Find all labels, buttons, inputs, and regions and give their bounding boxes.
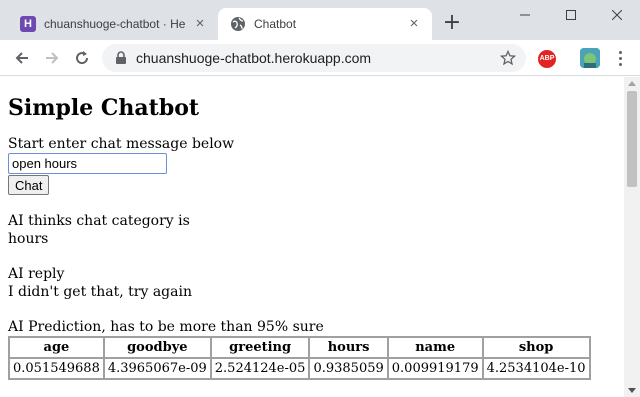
tab-chatbot[interactable]: Chatbot ×: [218, 8, 432, 40]
column-header: name: [387, 337, 483, 358]
address-bar[interactable]: chuanshuoge-chatbot.herokuapp.com: [102, 44, 526, 72]
reload-button[interactable]: [68, 44, 96, 72]
back-button[interactable]: [8, 44, 36, 72]
lock-icon: [116, 51, 126, 64]
tab-title: chuanshuoge-chatbot · Heroku: [44, 17, 186, 31]
bookmark-star-icon[interactable]: [500, 50, 516, 66]
globe-favicon-icon: [230, 16, 246, 32]
maximize-button[interactable]: [548, 0, 594, 30]
arrow-right-icon: [46, 52, 59, 64]
profile-extension-icon[interactable]: [580, 48, 600, 68]
category-value: hours: [8, 231, 49, 247]
close-tab-icon[interactable]: ×: [406, 16, 422, 32]
heroku-favicon-icon: H: [20, 16, 36, 32]
arrow-left-icon: [15, 52, 28, 64]
chat-button[interactable]: Chat: [8, 175, 50, 195]
table-row: 0.051549688 4.3965067e-09 2.524124e-05 0…: [9, 358, 590, 379]
table-header-row: age goodbye greeting hours name shop: [9, 337, 590, 358]
forward-button[interactable]: [38, 44, 66, 72]
adblock-extension-icon[interactable]: ABP: [538, 50, 556, 68]
column-header: shop: [482, 337, 590, 358]
prediction-table: age goodbye greeting hours name shop 0.0…: [8, 336, 591, 380]
browser-menu-button[interactable]: [610, 48, 630, 68]
table-cell: 0.009919179: [387, 358, 483, 379]
menu-dot-icon: [618, 50, 622, 54]
url-text: chuanshuoge-chatbot.herokuapp.com: [136, 50, 372, 66]
table-cell: 2.524124e-05: [210, 358, 310, 379]
new-tab-button[interactable]: +: [440, 12, 464, 36]
table-cell: 4.3965067e-09: [103, 358, 211, 379]
column-header: goodbye: [103, 337, 211, 358]
table-cell: 0.9385059: [309, 358, 388, 379]
maximize-icon: [566, 10, 576, 20]
chat-prompt-label: Start enter chat message below: [8, 136, 235, 152]
close-icon: [612, 10, 622, 20]
scrollbar-thumb[interactable]: [627, 91, 637, 187]
page-viewport: Simple Chatbot Start enter chat message …: [0, 77, 624, 397]
minimize-button[interactable]: [502, 0, 548, 30]
vertical-scrollbar[interactable]: [624, 77, 640, 397]
reply-value: I didn't get that, try again: [8, 284, 192, 300]
column-header: age: [9, 337, 104, 358]
close-tab-icon[interactable]: ×: [192, 16, 208, 32]
scroll-up-icon[interactable]: [628, 81, 636, 86]
scroll-down-icon[interactable]: [628, 388, 636, 393]
table-cell: 4.2534104e-10: [482, 358, 590, 379]
column-header: greeting: [210, 337, 310, 358]
reply-label: AI reply: [8, 266, 65, 282]
menu-dot-icon: [618, 56, 622, 60]
category-label: AI thinks chat category is: [8, 213, 190, 229]
tab-heroku[interactable]: H chuanshuoge-chatbot · Heroku ×: [8, 8, 218, 40]
reload-icon: [76, 51, 89, 65]
column-header: hours: [309, 337, 388, 358]
minimize-icon: [520, 14, 530, 16]
menu-dot-icon: [618, 62, 622, 66]
close-window-button[interactable]: [594, 0, 640, 30]
table-cell: 0.051549688: [9, 358, 104, 379]
browser-toolbar: chuanshuoge-chatbot.herokuapp.com ABP: [0, 40, 640, 76]
prediction-label: AI Prediction, has to be more than 95% s…: [8, 319, 324, 335]
tab-title: Chatbot: [254, 17, 297, 31]
page-title: Simple Chatbot: [8, 95, 200, 121]
chat-message-input[interactable]: [8, 153, 167, 174]
tab-strip: H chuanshuoge-chatbot · Heroku × Chatbot…: [0, 0, 640, 40]
